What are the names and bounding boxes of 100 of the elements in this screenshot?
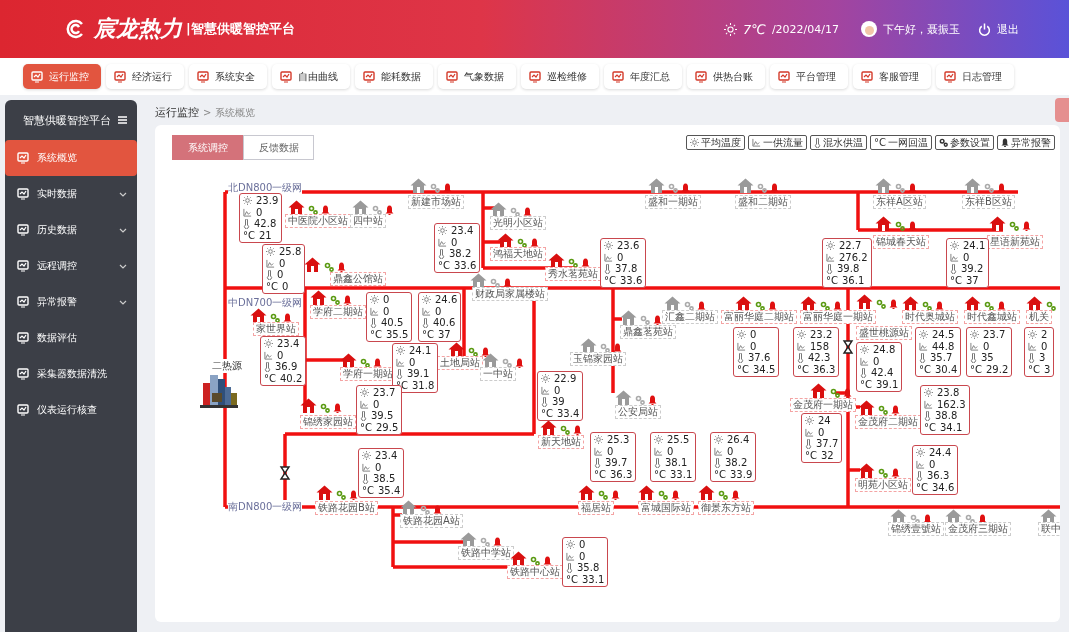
nav-tab[interactable]: 自由曲线 [272,64,350,89]
house-icon[interactable] [737,178,754,193]
house-icon[interactable] [540,420,557,435]
station-label[interactable]: 时代奥城站 [902,310,958,324]
station-label[interactable]: 明苑小区站 [855,478,911,492]
house-icon[interactable] [448,342,465,357]
bell-icon[interactable] [923,514,932,524]
station-label[interactable]: 联中 [1038,522,1060,536]
gear-icon[interactable] [308,205,318,215]
bell-icon[interactable] [343,295,352,305]
house-icon[interactable] [580,338,597,353]
gear-icon[interactable] [360,358,370,368]
tab[interactable]: 反馈数据 [243,135,314,160]
bell-icon[interactable] [573,425,582,435]
station-label[interactable]: 家世界站 [253,322,299,336]
house-icon[interactable] [875,216,892,231]
nav-tab[interactable]: 供热台账 [687,64,765,89]
station-label[interactable]: 一中站 [480,367,516,381]
house-icon[interactable] [1026,296,1043,311]
station-label[interactable]: 金茂府三期站 [945,522,1011,536]
house-icon[interactable] [638,485,655,500]
house-icon[interactable] [250,308,267,323]
gear-icon[interactable] [820,301,830,311]
station-label[interactable]: 东祥B区站 [962,195,1015,209]
bell-icon[interactable] [889,299,898,309]
station-label[interactable]: 星语新苑站 [987,235,1043,249]
bell-icon[interactable] [611,490,620,500]
bell-icon[interactable] [908,221,917,231]
gear-icon[interactable] [560,425,570,435]
station-label[interactable]: 金茂府一期站 [790,398,856,412]
station-label[interactable]: 铁路中学站 [458,546,514,560]
gear-icon[interactable] [270,313,280,323]
valve-icon[interactable] [842,340,854,354]
station-label[interactable]: 财政局家属楼站 [472,287,548,301]
station-label[interactable]: 鼎鑫茗苑站 [620,325,676,339]
station-label[interactable]: 铁路中心站 [507,565,563,579]
station-label[interactable]: 金茂府二期站 [855,415,921,429]
bell-icon[interactable] [671,490,680,500]
bell-icon[interactable] [697,301,706,311]
menu-icon[interactable] [118,116,127,124]
house-icon[interactable] [510,551,527,566]
power-icon[interactable] [978,22,991,36]
nav-tab[interactable]: 日志管理 [936,64,1014,89]
avatar-icon[interactable] [861,21,877,37]
valve-icon[interactable] [279,466,291,480]
house-icon[interactable] [858,400,875,415]
bell-icon[interactable] [530,238,539,248]
gear-icon[interactable] [1046,301,1056,311]
station-label[interactable]: 秀水茗苑站 [545,267,601,281]
house-icon[interactable] [648,178,665,193]
station-label[interactable]: 铁路花园A站 [400,514,463,528]
station-label[interactable]: 福居站 [578,501,614,515]
nav-tab[interactable]: 运行监控 [23,64,101,89]
gear-icon[interactable] [984,183,994,193]
station-label[interactable]: 锦绣家园站 [300,415,356,429]
gear-icon[interactable] [330,295,340,305]
station-label[interactable]: 中医院小区站 [285,214,351,228]
bell-icon[interactable] [333,403,342,413]
nav-tab[interactable]: 气象数据 [438,64,516,89]
station-label[interactable]: 盛和二期站 [735,195,791,209]
sidebar-item[interactable]: 历史数据 [5,212,137,248]
bell-icon[interactable] [978,514,987,524]
house-icon[interactable] [615,390,632,405]
station-label[interactable]: 盛世桃源站 [856,326,912,340]
bell-icon[interactable] [337,262,346,272]
bell-icon[interactable] [433,505,442,515]
bell-icon[interactable] [581,258,590,268]
gear-icon[interactable] [336,490,346,500]
house-icon[interactable] [858,463,875,478]
sidebar-item[interactable]: 数据评估 [5,320,137,356]
house-icon[interactable] [875,178,892,193]
sidebar-item[interactable]: 远程调控 [5,248,137,284]
house-icon[interactable] [964,296,981,311]
gear-icon[interactable] [876,299,886,309]
gear-icon[interactable] [517,238,527,248]
bell-icon[interactable] [283,313,292,323]
sidebar-item[interactable]: 异常报警 [5,284,137,320]
bell-icon[interactable] [1022,221,1031,231]
gear-icon[interactable] [755,301,765,311]
bell-icon[interactable] [891,468,900,478]
gear-icon[interactable] [430,183,440,193]
station-label[interactable]: 富丽华庭二期站 [721,310,797,324]
station-label[interactable]: 东祥A区站 [873,195,926,209]
house-icon[interactable] [810,383,827,398]
station-label[interactable]: 光明小区站 [490,216,546,230]
bell-icon[interactable] [891,405,900,415]
house-icon[interactable] [304,257,321,272]
station-label[interactable]: 御景东方站 [698,501,754,515]
house-icon[interactable] [460,532,477,547]
house-icon[interactable] [482,353,499,368]
gear-icon[interactable] [320,403,330,413]
bell-icon[interactable] [997,183,1006,193]
bell-icon[interactable] [908,183,917,193]
gear-icon[interactable] [324,262,334,272]
gear-icon[interactable] [878,405,888,415]
station-label[interactable]: 时代鑫城站 [964,310,1020,324]
house-icon[interactable] [340,353,357,368]
breadcrumb-link[interactable]: 运行监控 [155,105,199,120]
gear-icon[interactable] [757,183,767,193]
bell-icon[interactable] [648,395,657,405]
